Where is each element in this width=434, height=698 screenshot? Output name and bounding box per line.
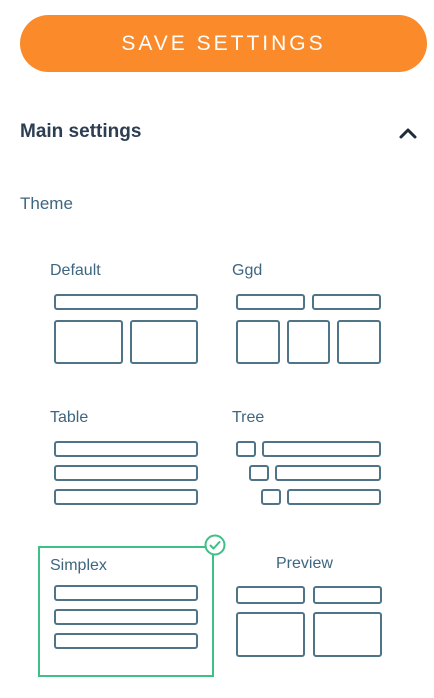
check-circle-icon: [204, 534, 226, 556]
table-layout-thumbnail-icon: [54, 441, 198, 505]
theme-option-label: Tree: [232, 409, 265, 426]
theme-option-preview[interactable]: Preview: [218, 555, 392, 683]
default-layout-thumbnail-icon: [54, 294, 198, 364]
theme-option-default[interactable]: Default: [36, 262, 210, 390]
tree-layout-thumbnail-icon: [236, 441, 381, 505]
theme-option-label: Default: [50, 262, 101, 279]
theme-option-label: Preview: [276, 555, 333, 572]
theme-option-tree[interactable]: Tree: [218, 409, 392, 537]
theme-option-ggd[interactable]: Ggd: [218, 262, 392, 390]
theme-option-simplex[interactable]: Simplex: [38, 546, 214, 677]
save-settings-button[interactable]: SAVE SETTINGS: [20, 15, 427, 72]
theme-label: Theme: [20, 194, 73, 213]
chevron-up-icon[interactable]: [398, 123, 418, 143]
theme-option-label: Table: [50, 409, 89, 426]
theme-option-label: Ggd: [232, 262, 263, 279]
preview-layout-thumbnail-icon: [236, 586, 382, 657]
theme-option-table[interactable]: Table: [36, 409, 210, 537]
ggd-layout-thumbnail-icon: [236, 294, 381, 364]
main-settings-heading: Main settings: [20, 121, 142, 142]
theme-option-label: Simplex: [50, 557, 107, 574]
